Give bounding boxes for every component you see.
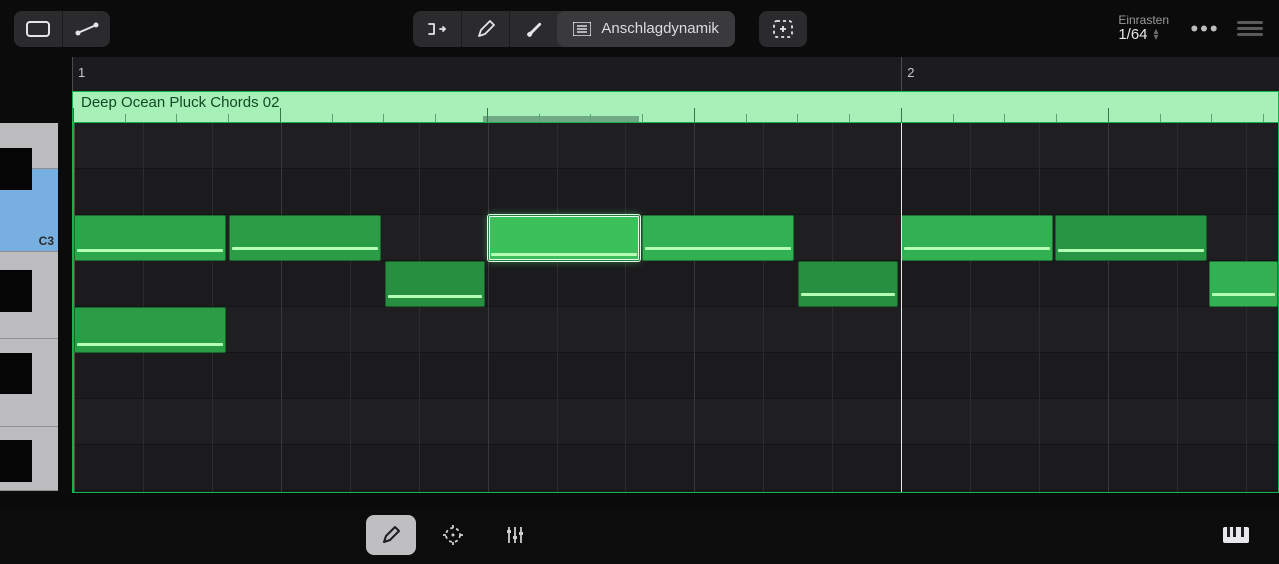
edit-mode-button[interactable] [366,515,416,555]
midi-note[interactable] [642,215,794,261]
timing-icon [441,523,465,547]
tool-group: Anschlagdynamik [413,11,735,47]
bar-number: 2 [907,65,914,80]
piano-black-key[interactable] [0,440,32,481]
parameter-label: Anschlagdynamik [601,20,719,37]
view-mode-group [14,11,110,47]
keyboard-button[interactable] [1211,515,1261,555]
snap-label: Einrasten [1118,14,1169,27]
midi-note[interactable] [901,215,1053,261]
midi-note[interactable] [74,307,226,353]
midi-note[interactable] [798,261,898,307]
panel-drag-handle[interactable] [1235,21,1265,36]
piano-roll: C3 [0,123,1279,493]
region-view-button[interactable] [14,11,62,47]
midi-note[interactable] [229,215,381,261]
midi-note[interactable] [1209,261,1278,307]
join-icon [426,20,448,38]
midi-note[interactable] [1055,215,1207,261]
playhead[interactable] [901,123,902,492]
brush-tool-button[interactable] [509,11,557,47]
time-ruler[interactable]: 12 [72,57,1279,91]
piano-black-key[interactable] [0,148,32,189]
bottom-toolbar [0,506,1279,564]
midi-note[interactable] [488,215,640,261]
rectangle-icon [26,21,50,37]
mixer-button[interactable] [490,515,540,555]
top-toolbar: Anschlagdynamik Einrasten 1/64 ▴▾ ••• [0,0,1279,57]
pencil-icon [477,20,495,38]
region-header-row: Deep Ocean Pluck Chords 02 [0,91,1279,123]
ellipsis-icon: ••• [1190,16,1219,41]
piano-keyboard[interactable]: C3 [0,123,72,493]
midi-region-header[interactable]: Deep Ocean Pluck Chords 02 [72,91,1279,123]
piano-black-key[interactable] [0,270,32,311]
brush-icon [524,20,544,38]
note-grid[interactable] [72,123,1279,493]
chevron-up-down-icon: ▴▾ [1154,29,1159,41]
automation-view-button[interactable] [62,11,110,47]
join-tool-button[interactable] [413,11,461,47]
snap-selector[interactable]: Einrasten 1/64 ▴▾ [1118,14,1169,44]
ruler-row: 12 [0,57,1279,91]
midi-note[interactable] [385,261,485,307]
pencil-icon [381,525,401,545]
automation-line-icon [74,21,100,37]
key-label-c3: C3 [39,234,54,248]
sliders-icon [504,524,526,546]
quantize-button[interactable] [428,515,478,555]
more-menu-button[interactable]: ••• [1185,16,1225,42]
marquee-icon [772,19,794,39]
list-icon [573,22,591,36]
note-parameter-selector[interactable]: Anschlagdynamik [557,11,735,47]
midi-note[interactable] [74,215,226,261]
handle-line-icon [1237,21,1263,24]
piano-icon [1222,526,1250,544]
region-ticks [73,108,1278,122]
marquee-tool-button[interactable] [759,11,807,47]
handle-line-icon [1237,33,1263,36]
snap-value: 1/64 [1118,27,1147,44]
piano-black-key[interactable] [0,353,32,394]
handle-line-icon [1237,27,1263,30]
bar-number: 1 [78,65,85,80]
pencil-tool-button[interactable] [461,11,509,47]
